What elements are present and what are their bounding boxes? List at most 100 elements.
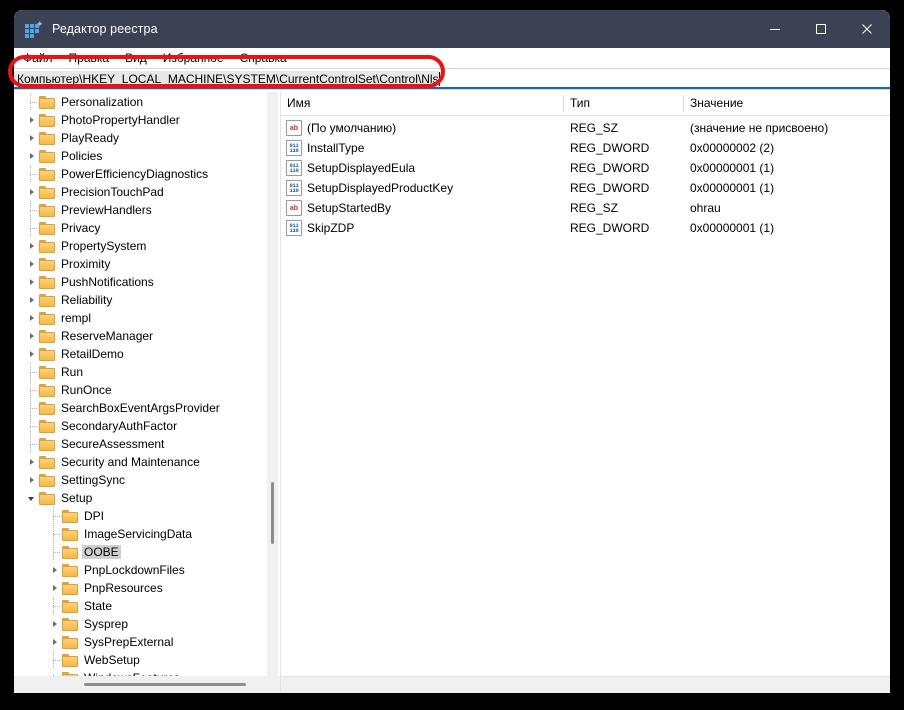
address-input[interactable]: Компьютер\HKEY_LOCAL_MACHINE\SYSTEM\Curr… bbox=[14, 71, 439, 87]
chevron-right-icon[interactable] bbox=[45, 579, 62, 597]
maximize-button[interactable] bbox=[798, 10, 844, 48]
tree-item-label: Setup bbox=[61, 491, 93, 505]
tree-item-runonce[interactable]: RunOnce bbox=[14, 381, 280, 399]
address-bar[interactable]: Компьютер\HKEY_LOCAL_MACHINE\SYSTEM\Curr… bbox=[14, 68, 890, 90]
tree-item-searchboxeventargsprovider[interactable]: SearchBoxEventArgsProvider bbox=[14, 399, 280, 417]
folder-icon bbox=[39, 293, 55, 307]
tree-item-reliability[interactable]: Reliability bbox=[14, 291, 280, 309]
tree-item-playready[interactable]: PlayReady bbox=[14, 129, 280, 147]
tree-item-oobe[interactable]: OOBE bbox=[14, 543, 280, 561]
chevron-right-icon[interactable] bbox=[22, 237, 39, 255]
value-row[interactable]: ab SetupStartedBy REG_SZ ohrau bbox=[281, 198, 890, 218]
tree-vertical-scroll-thumb[interactable] bbox=[271, 482, 274, 544]
tree-item-label: OOBE bbox=[82, 545, 121, 559]
chevron-right-icon[interactable] bbox=[45, 669, 62, 676]
value-name: SetupDisplayedProductKey bbox=[307, 181, 454, 195]
tree-item-reservemanager[interactable]: ReserveManager bbox=[14, 327, 280, 345]
tree-item-precisiontouchpad[interactable]: PrecisionTouchPad bbox=[14, 183, 280, 201]
tree-item-retaildemo[interactable]: RetailDemo bbox=[14, 345, 280, 363]
address-focus-underline bbox=[14, 87, 890, 89]
menu-item-help[interactable]: Справка bbox=[240, 48, 296, 68]
menu-item-favorites[interactable]: Избранное bbox=[163, 48, 233, 68]
tree-item-label: Run bbox=[61, 365, 84, 379]
chevron-right-icon[interactable] bbox=[22, 129, 39, 147]
tree-item-label: DPI bbox=[84, 509, 105, 523]
tree-item-sysprep[interactable]: Sysprep bbox=[14, 615, 280, 633]
chevron-right-icon[interactable] bbox=[45, 561, 62, 579]
column-header-type[interactable]: Тип bbox=[564, 92, 684, 115]
registry-tree-pane: Personalization PhotoPropertyHandler PlayR… bbox=[14, 92, 281, 693]
folder-icon bbox=[62, 617, 78, 631]
tree-item-windowsfeatures[interactable]: WindowsFeatures bbox=[14, 669, 280, 676]
tree-connector bbox=[45, 597, 62, 615]
menu-item-edit[interactable]: Правка bbox=[69, 48, 119, 68]
chevron-right-icon[interactable] bbox=[22, 291, 39, 309]
tree-item-powerefficiencydiagnostics[interactable]: PowerEfficiencyDiagnostics bbox=[14, 165, 280, 183]
tree-item-previewhandlers[interactable]: PreviewHandlers bbox=[14, 201, 280, 219]
value-row[interactable]: ab (По умолчанию) REG_SZ (значение не присв… bbox=[281, 118, 890, 138]
value-row[interactable]: 011 110 InstallType REG_DWORD 0x00000002 (2) bbox=[281, 138, 890, 158]
tree-item-photopropertyhandler[interactable]: PhotoPropertyHandler bbox=[14, 111, 280, 129]
tree-item-settingsync[interactable]: SettingSync bbox=[14, 471, 280, 489]
tree-item-privacy[interactable]: Privacy bbox=[14, 219, 280, 237]
chevron-right-icon[interactable] bbox=[22, 327, 39, 345]
tree-item-propertysystem[interactable]: PropertySystem bbox=[14, 237, 280, 255]
chevron-right-icon[interactable] bbox=[22, 255, 39, 273]
folder-icon bbox=[39, 167, 55, 181]
tree-item-proximity[interactable]: Proximity bbox=[14, 255, 280, 273]
value-row[interactable]: 011 110 SetupDisplayedEula REG_DWORD 0x00000… bbox=[281, 158, 890, 178]
value-data: 0x00000002 (2) bbox=[690, 141, 775, 155]
value-row[interactable]: 011 110 SkipZDP REG_DWORD 0x00000001 (1) bbox=[281, 218, 890, 238]
tree-item-websetup[interactable]: WebSetup bbox=[14, 651, 280, 669]
menu-item-view[interactable]: Вид bbox=[125, 48, 156, 68]
tree-item-policies[interactable]: Policies bbox=[14, 147, 280, 165]
tree-item-personalization[interactable]: Personalization bbox=[14, 93, 280, 111]
chevron-right-icon[interactable] bbox=[22, 309, 39, 327]
folder-icon bbox=[39, 239, 55, 253]
tree-item-state[interactable]: State bbox=[14, 597, 280, 615]
chevron-right-icon[interactable] bbox=[22, 273, 39, 291]
tree-item-label: rempl bbox=[61, 311, 92, 325]
tree-item-pnpresources[interactable]: PnpResources bbox=[14, 579, 280, 597]
values-column-headers: Имя Тип Значение bbox=[281, 92, 890, 116]
chevron-right-icon[interactable] bbox=[22, 471, 39, 489]
value-row[interactable]: 011 110 SetupDisplayedProductKey REG_DWORD 0… bbox=[281, 178, 890, 198]
close-button[interactable] bbox=[844, 10, 890, 48]
folder-icon bbox=[39, 401, 55, 415]
tree-item-pushnotifications[interactable]: PushNotifications bbox=[14, 273, 280, 291]
tree-item-secureassessment[interactable]: SecureAssessment bbox=[14, 435, 280, 453]
chevron-right-icon[interactable] bbox=[22, 147, 39, 165]
dword-value-icon: 011 110 bbox=[286, 180, 302, 196]
chevron-down-icon[interactable] bbox=[22, 489, 39, 507]
tree-item-run[interactable]: Run bbox=[14, 363, 280, 381]
chevron-right-icon[interactable] bbox=[45, 633, 62, 651]
tree-item-dpi[interactable]: DPI bbox=[14, 507, 280, 525]
tree-item-secondaryauthfactor[interactable]: SecondaryAuthFactor bbox=[14, 417, 280, 435]
chevron-right-icon[interactable] bbox=[22, 453, 39, 471]
folder-icon bbox=[39, 131, 55, 145]
tree-item-imageservicingdata[interactable]: ImageServicingData bbox=[14, 525, 280, 543]
tree-item-setup[interactable]: Setup bbox=[14, 489, 280, 507]
tree-connector bbox=[22, 399, 39, 417]
main-content: Personalization PhotoPropertyHandler PlayR… bbox=[14, 92, 890, 693]
tree-item-security-and-maintenance[interactable]: Security and Maintenance bbox=[14, 453, 280, 471]
minimize-button[interactable] bbox=[752, 10, 798, 48]
tree-item-sysprepexternal[interactable]: SysPrepExternal bbox=[14, 633, 280, 651]
chevron-right-icon[interactable] bbox=[22, 345, 39, 363]
tree-item-label: State bbox=[84, 599, 113, 613]
folder-icon bbox=[39, 365, 55, 379]
tree-item-rempl[interactable]: rempl bbox=[14, 309, 280, 327]
chevron-right-icon[interactable] bbox=[45, 615, 62, 633]
text-caret bbox=[438, 72, 440, 86]
folder-icon bbox=[39, 419, 55, 433]
menu-item-file[interactable]: Файл bbox=[23, 48, 62, 68]
column-header-value[interactable]: Значение bbox=[684, 92, 864, 115]
tree-item-pnplockdownfiles[interactable]: PnpLockdownFiles bbox=[14, 561, 280, 579]
chevron-right-icon[interactable] bbox=[22, 183, 39, 201]
tree-vertical-scrollbar[interactable] bbox=[267, 92, 278, 676]
tree-horizontal-scroll-thumb[interactable] bbox=[84, 683, 246, 686]
tree-horizontal-scrollbar[interactable] bbox=[14, 676, 280, 693]
chevron-right-icon[interactable] bbox=[22, 111, 39, 129]
column-header-name[interactable]: Имя bbox=[281, 92, 564, 115]
value-name-cell: ab (По умолчанию) bbox=[281, 120, 564, 136]
